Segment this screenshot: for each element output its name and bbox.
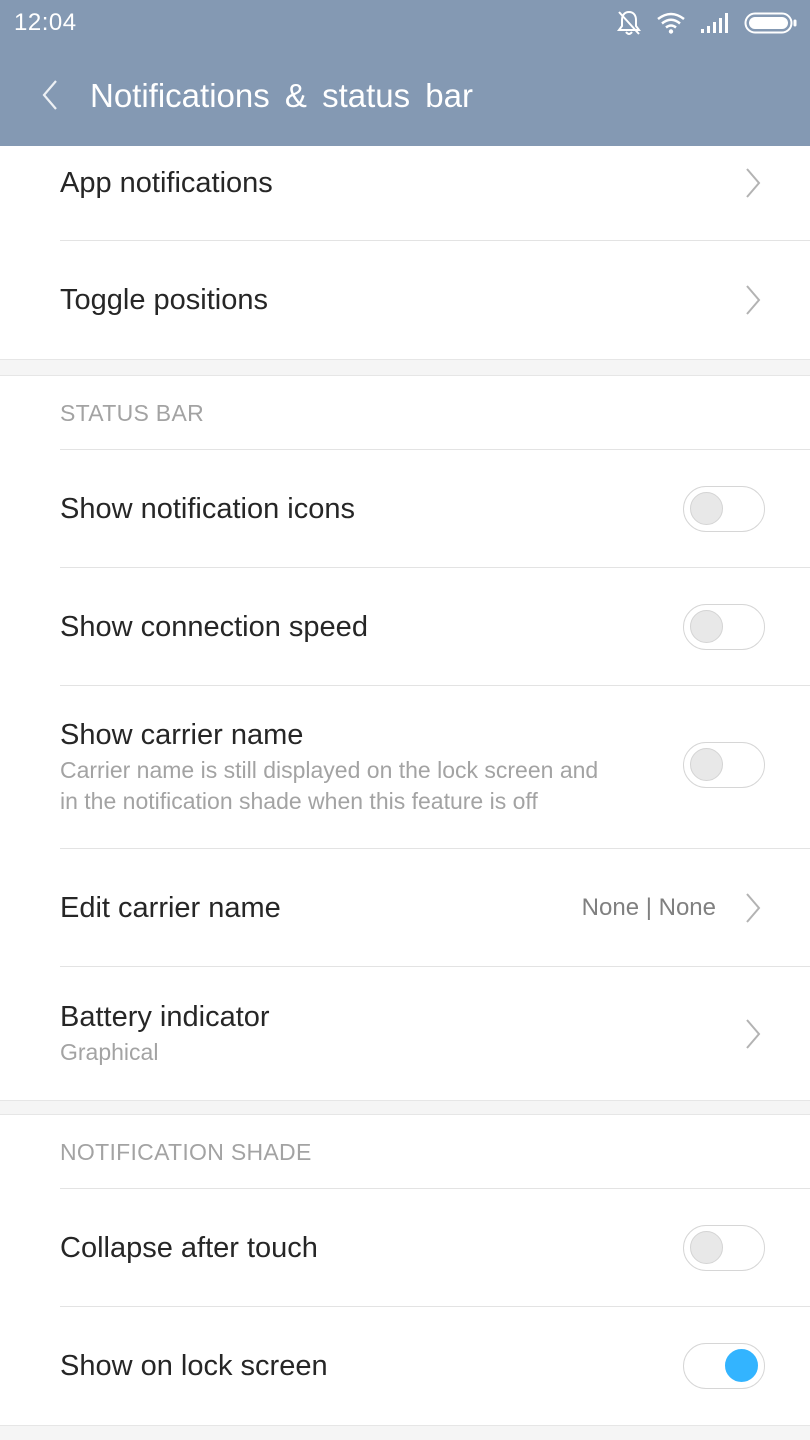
chevron-left-icon (41, 79, 59, 116)
show-connection-speed-toggle[interactable] (683, 603, 765, 650)
status-bar-group: STATUS BAR Show notification icons Show … (0, 375, 810, 1101)
edit-carrier-name-item[interactable]: Edit carrier name None | None (60, 849, 810, 967)
show-carrier-name-description-line1: Carrier name is still displayed on the l… (60, 757, 599, 783)
show-carrier-name-label: Show carrier name (60, 719, 304, 751)
battery-indicator-label: Battery indicator (60, 1001, 270, 1033)
show-notification-icons-label: Show notification icons (60, 492, 355, 525)
show-notification-icons-item[interactable]: Show notification icons (60, 450, 810, 568)
chevron-right-icon (744, 282, 766, 318)
battery-icon (744, 11, 798, 35)
section-header-status-bar: STATUS BAR (60, 376, 810, 450)
status-icons (616, 8, 798, 38)
show-carrier-name-toggle[interactable] (683, 742, 765, 788)
app-notifications-label: App notifications (60, 167, 273, 199)
show-on-lock-screen-label: Show on lock screen (60, 1350, 328, 1382)
back-button[interactable] (30, 72, 70, 122)
chevron-right-icon (744, 890, 766, 926)
app-notifications-item[interactable]: App notifications (60, 146, 810, 241)
battery-indicator-value: Graphical (60, 1039, 159, 1065)
notification-shade-group: NOTIFICATION SHADE Collapse after touch … (0, 1114, 810, 1426)
toggle-knob (725, 1349, 758, 1382)
section-header-notification-shade: NOTIFICATION SHADE (60, 1115, 810, 1189)
show-on-lock-screen-item[interactable]: Show on lock screen (60, 1307, 810, 1425)
page-title: Notifications & status bar (90, 77, 473, 114)
toggle-knob (690, 748, 723, 781)
collapse-after-touch-toggle[interactable] (683, 1224, 765, 1271)
show-carrier-name-item[interactable]: Show carrier name Carrier name is still … (60, 686, 810, 849)
toggle-knob (690, 1230, 723, 1264)
show-connection-speed-item[interactable]: Show connection speed (60, 568, 810, 686)
bell-off-icon (616, 9, 642, 37)
battery-indicator-item[interactable]: Battery indicator Graphical (60, 967, 810, 1100)
toggle-positions-label: Toggle positions (60, 284, 268, 316)
collapse-after-touch-item[interactable]: Collapse after touch (60, 1189, 810, 1307)
edit-carrier-name-value: None | None (581, 893, 716, 921)
chevron-right-icon (744, 165, 766, 201)
show-connection-speed-label: Show connection speed (60, 610, 368, 643)
top-settings-group: App notifications Toggle positions (0, 146, 810, 360)
toggle-positions-item[interactable]: Toggle positions (60, 241, 810, 359)
wifi-icon (656, 11, 686, 35)
edit-carrier-name-label: Edit carrier name (60, 891, 281, 924)
show-notification-icons-toggle[interactable] (683, 485, 765, 532)
signal-icon (700, 12, 730, 34)
status-time: 12:04 (14, 9, 77, 36)
toggle-knob (690, 609, 723, 643)
toggle-knob (690, 491, 723, 525)
show-on-lock-screen-toggle[interactable] (683, 1343, 765, 1389)
show-carrier-name-description-line2: in the notification shade when this feat… (60, 788, 538, 814)
chevron-right-icon (744, 1016, 766, 1052)
collapse-after-touch-label: Collapse after touch (60, 1231, 318, 1264)
app-header: 12:04 Notifications & status bar (0, 0, 810, 146)
